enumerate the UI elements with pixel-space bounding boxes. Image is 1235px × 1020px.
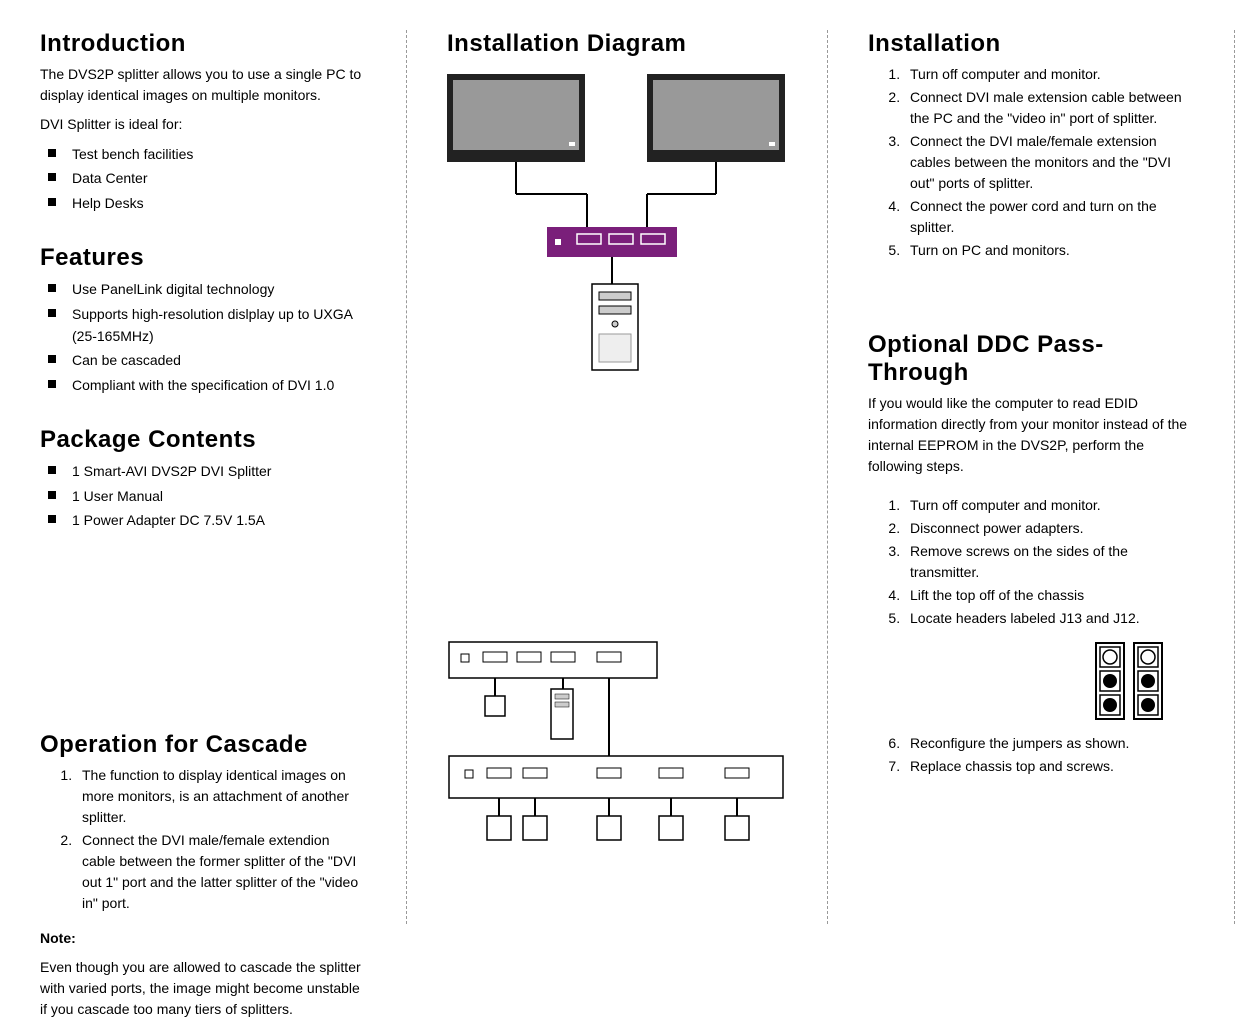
list-item: Lift the top off of the chassis: [904, 585, 1194, 606]
list-item: Connect the DVI male/female extension ca…: [904, 131, 1194, 194]
list-item: Replace chassis top and screws.: [904, 756, 1194, 777]
list-item: 1 Power Adapter DC 7.5V 1.5A: [48, 509, 366, 531]
list-item: Connect DVI male extension cable between…: [904, 87, 1194, 129]
installation-diagram-icon: [447, 64, 787, 384]
list-item: Turn off computer and monitor.: [904, 495, 1194, 516]
list-item: Help Desks: [48, 192, 366, 214]
note-label: Note:: [40, 928, 366, 949]
section-features: Features Use PanelLink digital technolog…: [40, 244, 366, 396]
list-item: Disconnect power adapters.: [904, 518, 1194, 539]
heading-introduction: Introduction: [40, 30, 366, 58]
column-2: Installation Diagram: [407, 30, 828, 924]
heading-cascade: Operation for Cascade: [40, 731, 366, 759]
jumper-diagram-icon: [868, 641, 1164, 721]
heading-features: Features: [40, 244, 366, 272]
list-item: Can be cascaded: [48, 349, 366, 371]
heading-ddc: Optional DDC Pass-Through: [868, 331, 1194, 387]
list-item: Connect the power cord and turn on the s…: [904, 196, 1194, 238]
section-installation: Installation Turn off computer and monit…: [868, 30, 1194, 261]
heading-installation: Installation: [868, 30, 1194, 58]
list-item: Supports high-resolution dislplay up to …: [48, 303, 366, 348]
list-item: 1 Smart-AVI DVS2P DVI Splitter: [48, 460, 366, 482]
package-list: 1 Smart-AVI DVS2P DVI Splitter 1 User Ma…: [40, 460, 366, 531]
list-item: Remove screws on the sides of the transm…: [904, 541, 1194, 583]
section-introduction: Introduction The DVS2P splitter allows y…: [40, 30, 366, 214]
cascade-list: The function to display identical images…: [40, 765, 366, 914]
intro-subtext: DVI Splitter is ideal for:: [40, 114, 366, 135]
intro-list: Test bench facilities Data Center Help D…: [40, 143, 366, 214]
section-ddc: Optional DDC Pass-Through If you would l…: [868, 331, 1194, 777]
list-item: Locate headers labeled J13 and J12.: [904, 608, 1194, 629]
ddc-intro: If you would like the computer to read E…: [868, 393, 1194, 477]
heading-package: Package Contents: [40, 426, 366, 454]
column-1: Introduction The DVS2P splitter allows y…: [0, 30, 407, 924]
note-text: Even though you are allowed to cascade t…: [40, 957, 366, 1020]
installation-list: Turn off computer and monitor. Connect D…: [868, 64, 1194, 261]
section-cascade: Operation for Cascade The function to di…: [40, 731, 366, 1020]
column-3: Installation Turn off computer and monit…: [828, 30, 1235, 924]
list-item: 1 User Manual: [48, 485, 366, 507]
list-item: Turn on PC and monitors.: [904, 240, 1194, 261]
list-item: The function to display identical images…: [76, 765, 366, 828]
list-item: Reconfigure the jumpers as shown.: [904, 733, 1194, 754]
features-list: Use PanelLink digital technology Support…: [40, 278, 366, 396]
list-item: Use PanelLink digital technology: [48, 278, 366, 300]
heading-installation-diagram: Installation Diagram: [447, 30, 787, 58]
list-item: Turn off computer and monitor.: [904, 64, 1194, 85]
section-package: Package Contents 1 Smart-AVI DVS2P DVI S…: [40, 426, 366, 531]
list-item: Test bench facilities: [48, 143, 366, 165]
list-item: Data Center: [48, 167, 366, 189]
list-item: Connect the DVI male/female extendion ca…: [76, 830, 366, 914]
intro-text: The DVS2P splitter allows you to use a s…: [40, 64, 366, 106]
ddc-list-b: Reconfigure the jumpers as shown. Replac…: [868, 733, 1194, 777]
cascade-diagram-icon: [447, 634, 787, 864]
list-item: Compliant with the specification of DVI …: [48, 374, 366, 396]
ddc-list-a: Turn off computer and monitor. Disconnec…: [868, 495, 1194, 629]
